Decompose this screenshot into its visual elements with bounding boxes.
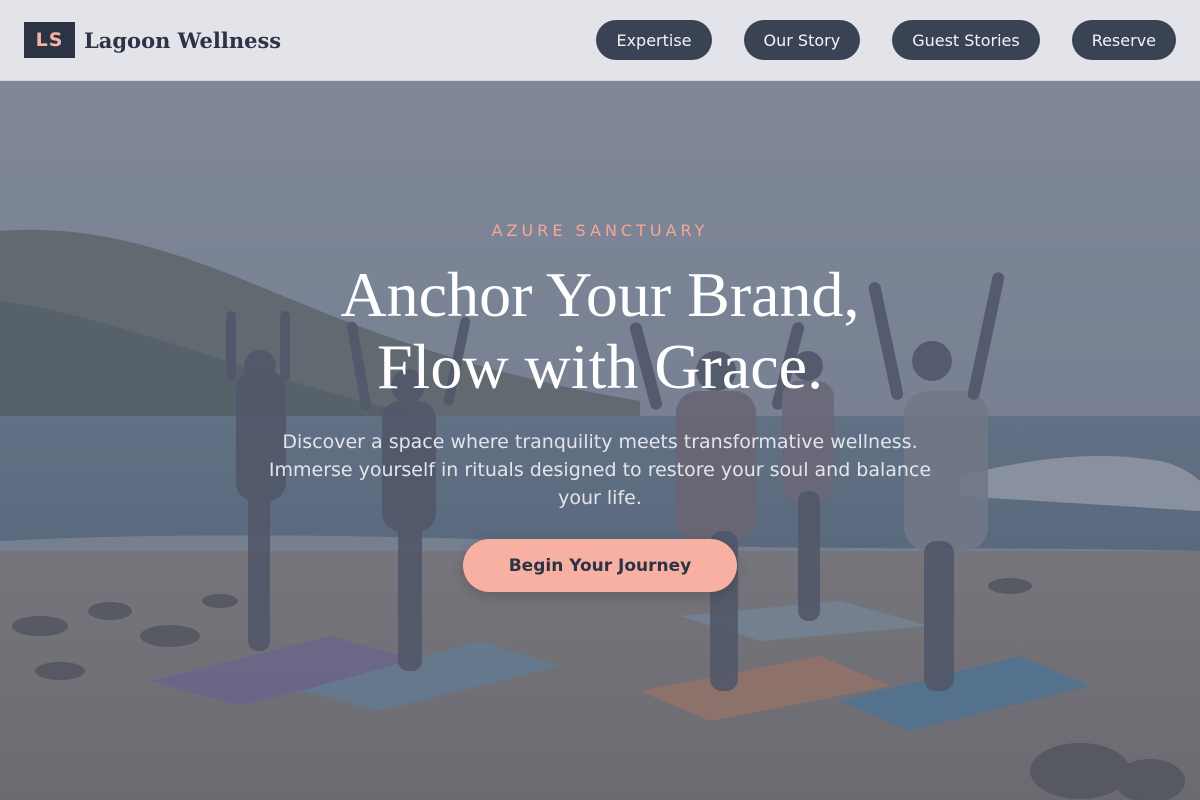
nav-expertise-button[interactable]: Expertise bbox=[596, 20, 712, 60]
brand-name: Lagoon Wellness bbox=[84, 27, 282, 53]
hero-headline: Anchor Your Brand, Flow with Grace. bbox=[0, 259, 1200, 403]
nav-reserve-button[interactable]: Reserve bbox=[1071, 20, 1176, 60]
hero-content: AZURE SANCTUARY Anchor Your Brand, Flow … bbox=[0, 81, 1200, 800]
hero-section: AZURE SANCTUARY Anchor Your Brand, Flow … bbox=[0, 81, 1200, 800]
nav-our-story-button[interactable]: Our Story bbox=[743, 20, 861, 60]
hero-headline-line2: Flow with Grace. bbox=[376, 331, 824, 402]
logo-mark: LS bbox=[24, 22, 75, 58]
begin-journey-button[interactable]: Begin Your Journey bbox=[463, 539, 737, 592]
hero-subtext: Discover a space where tranquility meets… bbox=[268, 431, 932, 509]
site-header: LS Lagoon Wellness Expertise Our Story G… bbox=[0, 0, 1200, 81]
brand[interactable]: LS Lagoon Wellness bbox=[24, 22, 281, 58]
hero-eyebrow: AZURE SANCTUARY bbox=[491, 221, 709, 240]
nav-guest-stories-button[interactable]: Guest Stories bbox=[892, 20, 1040, 60]
hero-headline-line1: Anchor Your Brand, bbox=[340, 259, 860, 330]
main-nav: Expertise Our Story Guest Stories Reserv… bbox=[596, 20, 1176, 60]
